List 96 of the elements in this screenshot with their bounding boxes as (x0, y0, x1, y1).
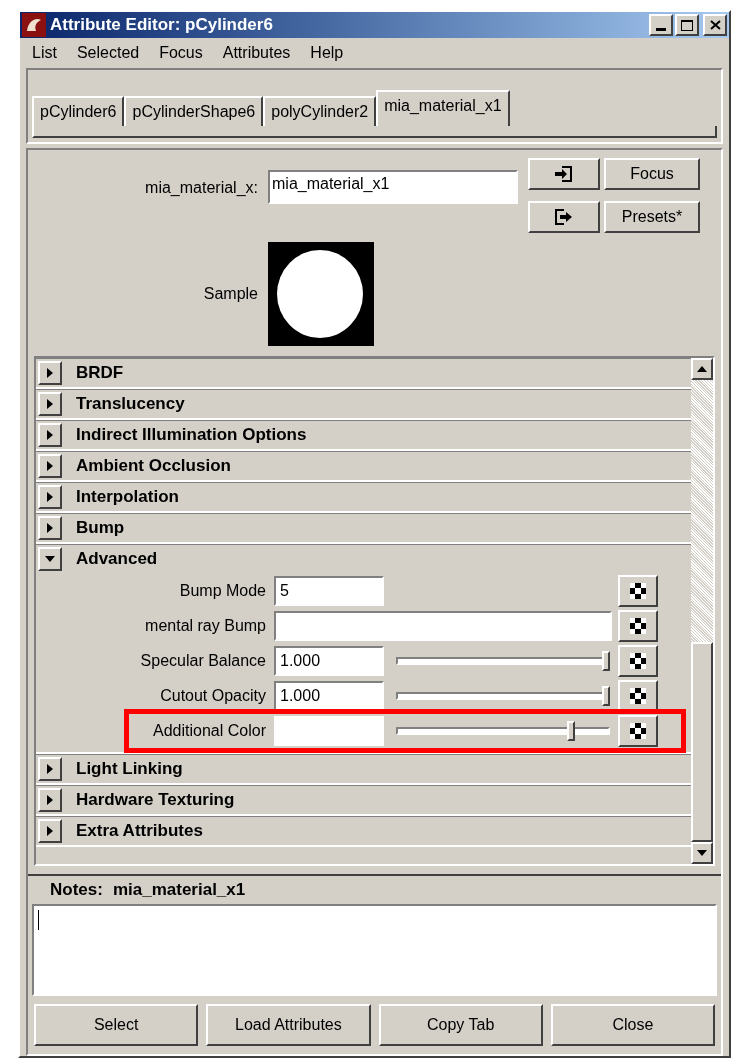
expand-toggle[interactable] (38, 485, 62, 509)
dialog-button[interactable]: Load Attributes (206, 1004, 371, 1046)
input-field[interactable]: 1.000 (274, 645, 384, 676)
triangle-right-icon (47, 826, 53, 836)
section-header[interactable]: Advanced (76, 546, 158, 572)
close-icon (709, 20, 721, 31)
section-header[interactable]: Hardware Texturing (76, 787, 235, 813)
scrollbar[interactable] (691, 358, 713, 864)
triangle-right-icon (47, 795, 53, 805)
node-name-field[interactable]: mia_material_x1 (268, 170, 518, 204)
map-button[interactable] (618, 609, 658, 642)
input-field[interactable]: 1.000 (274, 680, 384, 711)
slider[interactable] (396, 683, 610, 708)
triangle-up-icon (697, 366, 707, 372)
arrow-into-box-icon (554, 165, 574, 183)
color-swatch[interactable] (274, 715, 384, 746)
sample-label: Sample (202, 284, 259, 304)
menu-item[interactable]: Selected (76, 41, 140, 66)
slider-thumb[interactable] (602, 685, 610, 706)
notes-text-area[interactable] (32, 904, 717, 996)
app-logo-icon (22, 13, 46, 38)
slider-thumb[interactable] (566, 720, 575, 741)
presets-button[interactable]: Presets* (604, 201, 700, 233)
checker-icon (630, 687, 646, 704)
checker-icon (630, 617, 646, 634)
expand-toggle[interactable] (38, 757, 62, 781)
expand-toggle[interactable] (38, 454, 62, 478)
section-header[interactable]: Bump (76, 515, 125, 541)
expand-toggle[interactable] (38, 788, 62, 812)
dialog-button[interactable]: Copy Tab (378, 1004, 543, 1046)
tab[interactable]: polyCylinder2 (263, 96, 377, 126)
expand-toggle[interactable] (38, 547, 62, 571)
triangle-right-icon (47, 430, 53, 440)
maximize-icon (681, 19, 693, 31)
triangle-right-icon (47, 523, 53, 533)
menu-item[interactable]: Focus (159, 41, 203, 66)
menu-item[interactable]: Help (310, 41, 344, 66)
attribute-label: Cutout Opacity (159, 685, 267, 706)
notes-node-name: mia_material_x1 (112, 879, 246, 902)
triangle-right-icon (47, 368, 53, 378)
slider[interactable] (396, 718, 610, 743)
tab[interactable]: pCylinder6 (32, 96, 125, 126)
section-header[interactable]: Interpolation (76, 484, 179, 510)
attribute-label: Bump Mode (178, 580, 267, 601)
expand-toggle[interactable] (38, 392, 62, 416)
triangle-right-icon (47, 399, 53, 409)
map-button[interactable] (618, 714, 658, 747)
select-button[interactable] (528, 158, 600, 190)
tab[interactable]: mia_material_x1 (376, 90, 510, 126)
attribute-label: Specular Balance (139, 650, 267, 671)
minimize-icon (656, 28, 666, 32)
slider-thumb[interactable] (602, 650, 610, 671)
input-field[interactable] (274, 610, 612, 641)
section-header[interactable]: Translucency (76, 391, 185, 417)
expand-toggle[interactable] (38, 516, 62, 540)
window-title: Attribute Editor: pCylinder6 (50, 14, 274, 37)
focus-button[interactable]: Focus (604, 158, 700, 190)
triangle-down-icon (45, 556, 55, 562)
section-header[interactable]: Indirect Illumination Options (76, 422, 307, 448)
tab[interactable]: pCylinderShape6 (124, 96, 264, 126)
triangle-right-icon (47, 492, 53, 502)
close-button[interactable] (703, 14, 727, 37)
attribute-label: mental ray Bump (144, 615, 267, 636)
expand-toggle[interactable] (38, 819, 62, 843)
arrow-out-box-icon (554, 208, 574, 226)
minimize-button[interactable] (649, 14, 673, 37)
dialog-button[interactable]: Close (550, 1004, 715, 1046)
section-header[interactable]: Ambient Occlusion (76, 453, 231, 479)
triangle-down-icon (697, 850, 707, 856)
maximize-button[interactable] (675, 14, 699, 37)
select-out-button[interactable] (528, 201, 600, 233)
map-button[interactable] (618, 644, 658, 677)
checker-icon (630, 722, 646, 739)
expand-toggle[interactable] (38, 423, 62, 447)
input-field[interactable]: 5 (274, 575, 384, 606)
scroll-up-button[interactable] (691, 358, 713, 380)
menu-item[interactable]: List (32, 41, 57, 66)
triangle-right-icon (47, 461, 53, 471)
attribute-label: Additional Color (152, 720, 267, 741)
node-name-label: mia_material_x: (144, 178, 259, 198)
map-button[interactable] (618, 574, 658, 607)
map-button[interactable] (618, 679, 658, 712)
text-cursor (38, 910, 39, 930)
scroll-thumb[interactable] (691, 642, 713, 842)
dialog-button[interactable]: Select (34, 1004, 199, 1046)
menu-item[interactable]: Attributes (222, 41, 291, 66)
slider[interactable] (396, 648, 610, 673)
section-header[interactable]: Light Linking (76, 756, 183, 782)
checker-icon (630, 652, 646, 669)
scroll-down-button[interactable] (691, 842, 713, 864)
section-header[interactable]: Extra Attributes (76, 818, 203, 844)
triangle-right-icon (47, 764, 53, 774)
expand-toggle[interactable] (38, 361, 62, 385)
section-header[interactable]: BRDF (76, 360, 124, 386)
notes-label: Notes: (50, 879, 103, 902)
checker-icon (630, 582, 646, 599)
